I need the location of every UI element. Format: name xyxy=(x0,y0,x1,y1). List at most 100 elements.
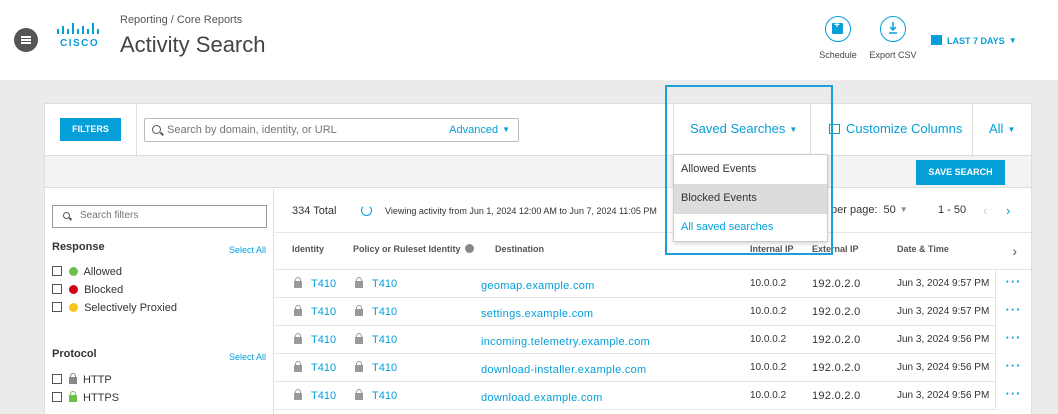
menu-icon[interactable] xyxy=(14,28,38,52)
menu-item-blocked-events[interactable]: Blocked Events xyxy=(674,184,827,214)
col-policy[interactable]: Policy or Ruleset Identity xyxy=(353,244,474,254)
per-page-selector[interactable]: lts per page: 50 ▼ xyxy=(817,204,908,216)
filter-http[interactable]: HTTP xyxy=(52,373,112,387)
lock-icon xyxy=(294,333,302,344)
save-search-button[interactable]: SAVE SEARCH xyxy=(916,160,1005,185)
policy-cell[interactable]: T410 xyxy=(355,389,397,402)
menu-item-all-saved-searches[interactable]: All saved searches xyxy=(674,213,827,243)
filter-search-input[interactable] xyxy=(80,210,260,221)
identity-cell[interactable]: T410 xyxy=(294,277,336,290)
saved-searches-menu: Allowed Events Blocked Events All saved … xyxy=(673,154,828,242)
schedule-button[interactable]: Schedule xyxy=(808,16,868,60)
date-range-label: LAST 7 DAYS xyxy=(947,36,1005,46)
export-csv-button[interactable]: Export CSV xyxy=(863,16,923,60)
filter-selectively-proxied[interactable]: Selectively Proxied xyxy=(52,301,177,315)
checkbox[interactable] xyxy=(52,302,62,312)
advanced-dropdown[interactable]: Advanced ▼ xyxy=(449,124,510,136)
identity-cell[interactable]: T410 xyxy=(294,389,336,402)
search-icon xyxy=(152,125,161,134)
lock-icon xyxy=(294,361,302,372)
more-options-icon[interactable]: ··· xyxy=(995,354,1031,382)
chevron-down-icon: ▼ xyxy=(789,125,798,134)
refresh-icon[interactable] xyxy=(361,205,372,216)
policy-cell[interactable]: T410 xyxy=(355,305,398,318)
more-options-icon[interactable]: ··· xyxy=(995,326,1031,354)
search-box[interactable]: Advanced▼ xyxy=(144,118,519,142)
filters-button[interactable]: FILTERS xyxy=(60,118,121,141)
col-internal-ip[interactable]: Internal IP xyxy=(750,244,794,254)
search-input[interactable] xyxy=(167,122,447,138)
filter-search-box[interactable] xyxy=(52,205,267,228)
page-title: Activity Search xyxy=(120,32,266,57)
lock-icon xyxy=(355,361,363,372)
internal-ip: 10.0.0.2 xyxy=(750,390,787,401)
policy-cell[interactable]: T410 xyxy=(355,361,398,374)
filter-allowed[interactable]: Allowed xyxy=(52,265,122,279)
table-row[interactable]: T410 T410 geomap.example.com 10.0.0.2 19… xyxy=(275,270,1031,298)
chevron-down-icon: ▼ xyxy=(502,125,510,134)
divider xyxy=(673,104,674,156)
checkbox[interactable] xyxy=(52,374,62,384)
page-header: CISCO Reporting / Core Reports Activity … xyxy=(0,0,1058,80)
policy-value: T410 xyxy=(372,306,398,318)
lock-icon xyxy=(355,277,363,288)
external-ip: 192.0.2.0 xyxy=(812,278,861,290)
total-count: 334 Total xyxy=(292,205,337,217)
col-datetime[interactable]: Date & Time xyxy=(897,244,949,254)
saved-searches-dropdown[interactable]: Saved Searches ▼ xyxy=(690,121,797,136)
destination-link[interactable]: download-installer.example.com xyxy=(481,364,647,376)
more-options-icon[interactable]: ··· xyxy=(995,298,1031,326)
info-icon[interactable] xyxy=(464,244,474,253)
datetime: Jun 3, 2024 9:56 PM xyxy=(897,390,990,401)
saved-searches-label: Saved Searches xyxy=(690,121,786,136)
identity-cell[interactable]: T410 xyxy=(294,361,336,374)
table-row[interactable]: T410 T410 download-installer.example.com… xyxy=(275,354,1031,382)
menu-item-allowed-events[interactable]: Allowed Events xyxy=(674,155,827,185)
filter-label: Selectively Proxied xyxy=(84,302,177,314)
external-ip: 192.0.2.0 xyxy=(812,362,861,374)
customize-columns-button[interactable]: Customize Columns xyxy=(829,121,962,136)
chevron-down-icon: ▼ xyxy=(899,205,908,214)
lock-icon xyxy=(355,333,363,344)
per-page-value[interactable]: 50 xyxy=(884,204,896,216)
policy-value: T410 xyxy=(372,278,398,290)
filter-blocked[interactable]: Blocked xyxy=(52,283,123,297)
destination-link[interactable]: download.example.com xyxy=(481,392,603,404)
lock-icon xyxy=(69,391,77,402)
destination-link[interactable]: incoming.telemetry.example.com xyxy=(481,336,650,348)
unlocked-icon xyxy=(69,373,77,384)
more-options-icon[interactable]: ··· xyxy=(995,270,1031,298)
protocol-select-all[interactable]: Select All xyxy=(229,352,266,362)
divider xyxy=(810,104,811,156)
identity-cell[interactable]: T410 xyxy=(294,305,337,318)
next-page-icon[interactable]: › xyxy=(1006,203,1010,218)
col-identity[interactable]: Identity xyxy=(292,244,324,254)
checkbox[interactable] xyxy=(52,392,62,402)
destination-link[interactable]: settings.example.com xyxy=(481,308,593,320)
checkbox[interactable] xyxy=(52,284,62,294)
policy-value: T410 xyxy=(372,362,398,374)
checkbox[interactable] xyxy=(52,266,62,276)
policy-cell[interactable]: T410 xyxy=(355,333,397,346)
more-options-icon[interactable]: ··· xyxy=(995,382,1031,410)
table-row[interactable]: T410 T410 download.example.com 10.0.0.2 … xyxy=(275,382,1031,410)
all-dropdown[interactable]: All ▼ xyxy=(989,121,1015,136)
destination-link[interactable]: geomap.example.com xyxy=(481,280,595,292)
filter-https[interactable]: HTTPS xyxy=(52,391,119,405)
allowed-status-icon xyxy=(69,267,78,276)
col-external-ip[interactable]: External IP xyxy=(812,244,859,254)
internal-ip: 10.0.0.2 xyxy=(750,362,787,373)
table-row[interactable]: T410 T410 incoming.telemetry.example.com… xyxy=(275,326,1031,354)
identity-cell[interactable]: T410 xyxy=(294,333,336,346)
date-range-dropdown[interactable]: LAST 7 DAYS ▼ xyxy=(931,35,1017,46)
col-destination[interactable]: Destination xyxy=(495,244,544,254)
search-icon xyxy=(63,212,70,219)
internal-ip: 10.0.0.2 xyxy=(750,306,787,317)
breadcrumb[interactable]: Reporting / Core Reports xyxy=(120,14,242,26)
chevron-right-icon[interactable]: › xyxy=(1012,243,1017,259)
response-select-all[interactable]: Select All xyxy=(229,245,266,255)
policy-cell[interactable]: T410 xyxy=(355,277,398,290)
prev-page-icon[interactable]: ‹ xyxy=(983,203,987,218)
table-row[interactable]: T410 T410 settings.example.com 10.0.0.2 … xyxy=(275,298,1031,326)
identity-value: T410 xyxy=(311,306,337,318)
